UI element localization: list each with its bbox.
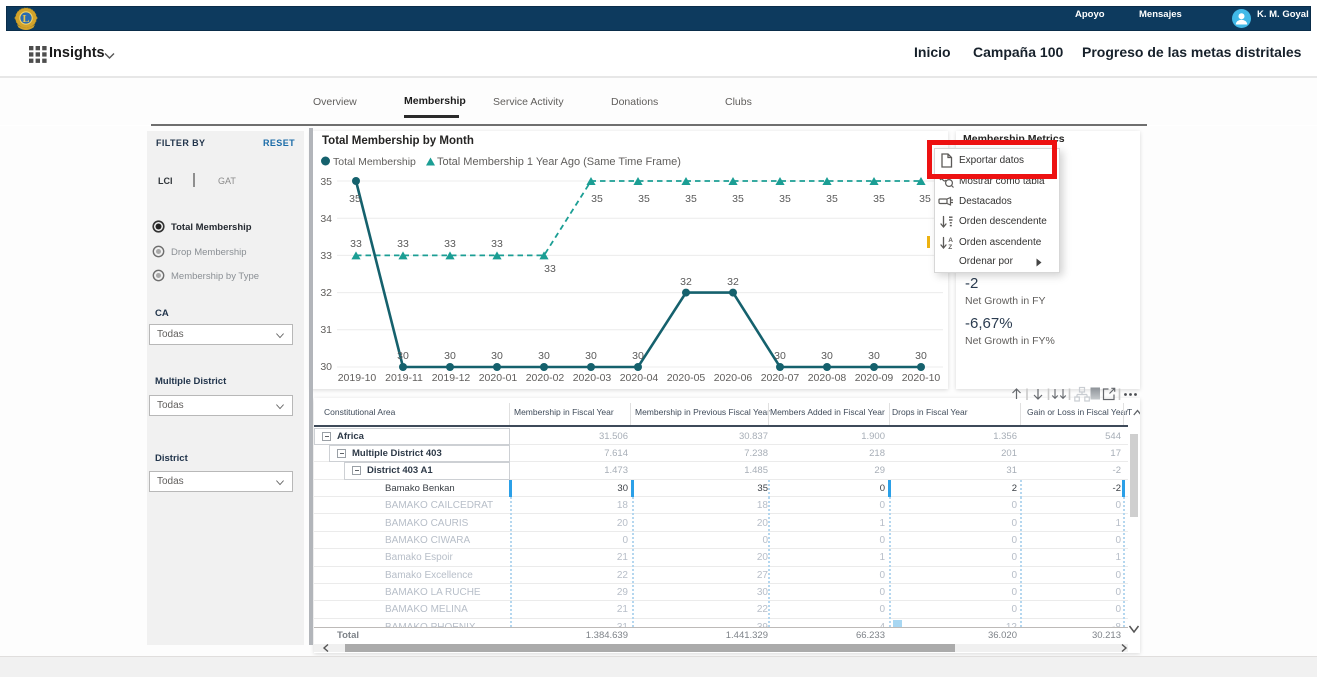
svg-text:30: 30 (774, 350, 786, 362)
svg-text:2019-12: 2019-12 (432, 372, 471, 384)
svg-text:A: A (948, 237, 953, 244)
svg-text:30: 30 (821, 350, 833, 362)
svg-text:2020-07: 2020-07 (761, 372, 800, 384)
svg-text:2020-08: 2020-08 (808, 372, 847, 384)
svg-text:2019-11: 2019-11 (385, 372, 423, 384)
svg-text:2020-02: 2020-02 (526, 372, 565, 384)
svg-text:35: 35 (826, 193, 838, 205)
svg-text:35: 35 (919, 193, 931, 205)
svg-text:33: 33 (350, 238, 362, 250)
svg-text:30: 30 (868, 350, 880, 362)
svg-text:33: 33 (491, 238, 503, 250)
svg-text:Total Membership: Total Membership (333, 156, 416, 168)
svg-text:2020-01: 2020-01 (479, 372, 518, 384)
svg-text:32: 32 (727, 276, 739, 288)
svg-text:2020-10: 2020-10 (902, 372, 941, 384)
svg-text:2019-10: 2019-10 (338, 372, 377, 384)
svg-text:32: 32 (320, 287, 332, 299)
svg-text:33: 33 (444, 238, 456, 250)
svg-text:30: 30 (491, 350, 503, 362)
svg-text:34: 34 (320, 213, 332, 225)
svg-text:2020-06: 2020-06 (714, 372, 753, 384)
svg-text:2020-09: 2020-09 (855, 372, 894, 384)
svg-text:33: 33 (397, 238, 409, 250)
svg-text:30: 30 (397, 350, 409, 362)
svg-text:35: 35 (732, 193, 744, 205)
svg-text:Z: Z (948, 244, 952, 250)
svg-text:33: 33 (544, 263, 556, 275)
svg-text:2020-05: 2020-05 (667, 372, 706, 384)
svg-text:30: 30 (915, 350, 927, 362)
svg-text:30: 30 (585, 350, 597, 362)
svg-text:35: 35 (349, 193, 361, 205)
svg-text:30: 30 (444, 350, 456, 362)
svg-text:Total Membership 1 Year Ago (S: Total Membership 1 Year Ago (Same Time F… (437, 156, 681, 168)
svg-text:35: 35 (779, 193, 791, 205)
svg-text:L: L (22, 14, 29, 25)
svg-text:32: 32 (680, 276, 692, 288)
svg-text:35: 35 (685, 193, 697, 205)
svg-text:2020-03: 2020-03 (573, 372, 612, 384)
svg-text:30: 30 (538, 350, 550, 362)
svg-text:33: 33 (320, 250, 332, 262)
svg-text:2020-04: 2020-04 (620, 372, 659, 384)
svg-text:30: 30 (632, 350, 644, 362)
svg-text:35: 35 (873, 193, 885, 205)
svg-text:35: 35 (320, 176, 332, 188)
svg-text:35: 35 (591, 193, 603, 205)
svg-text:31: 31 (320, 324, 332, 336)
svg-text:35: 35 (638, 193, 650, 205)
svg-text:30: 30 (320, 361, 332, 373)
